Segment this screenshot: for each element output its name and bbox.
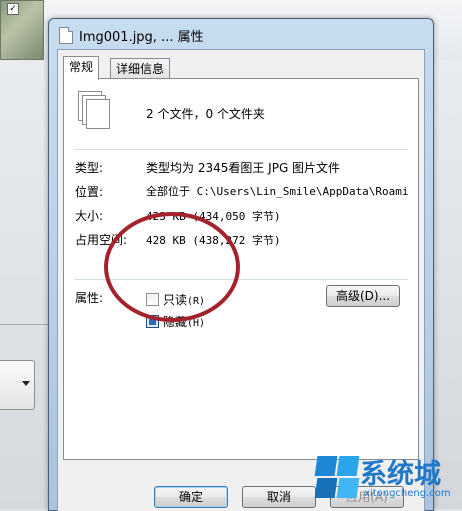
multiple-files-icon — [78, 91, 114, 131]
windows-logo-icon — [314, 456, 360, 500]
site-watermark: 系统城 xitongcheng.com — [310, 452, 462, 509]
attributes-label: 属性: — [75, 291, 104, 305]
watermark-text: 系统城 — [360, 459, 441, 490]
background-dropdown[interactable] — [0, 360, 35, 410]
selection-summary: 2 个文件，0 个文件夹 — [146, 107, 265, 121]
size-label: 大小: — [75, 209, 104, 223]
background-right-panel — [432, 60, 462, 509]
thumbnail-checkbox[interactable]: ✓ — [7, 3, 19, 15]
background-left-panel — [0, 60, 48, 509]
annotation-circle — [104, 212, 240, 322]
background-divider — [0, 324, 48, 325]
watermark-url: xitongcheng.com — [364, 488, 451, 499]
tab-details[interactable]: 详细信息 — [110, 58, 171, 79]
background-thumbnail[interactable]: ✓ — [0, 0, 44, 60]
title-bar[interactable]: Img001.jpg, ... 属性 — [49, 19, 433, 49]
location-value: 全部位于 C:\Users\Lin_Smile\AppData\Roami — [146, 185, 409, 198]
type-value: 类型均为 2345看图王 JPG 图片文件 — [146, 161, 341, 175]
location-label: 位置: — [75, 185, 104, 199]
ok-button[interactable]: 确定 — [154, 486, 228, 508]
chevron-down-icon — [22, 381, 30, 386]
file-icon — [59, 27, 73, 44]
cancel-button[interactable]: 取消 — [242, 486, 316, 508]
divider — [74, 149, 408, 150]
type-label: 类型: — [75, 161, 104, 175]
tab-general[interactable]: 常规 — [63, 56, 100, 80]
window-title: Img001.jpg, ... 属性 — [79, 30, 204, 45]
advanced-button[interactable]: 高级(D)... — [326, 285, 400, 307]
